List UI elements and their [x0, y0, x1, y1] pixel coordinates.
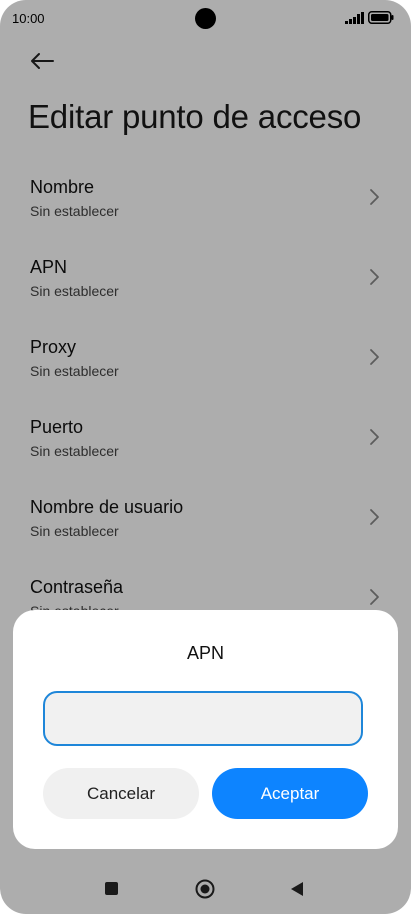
apn-dialog: APN Cancelar Aceptar — [13, 610, 398, 849]
phone-screen: 10:00 Editar punto de acceso Nombre Sin … — [0, 0, 411, 914]
apn-input[interactable] — [43, 691, 363, 746]
home-circle-icon[interactable] — [195, 879, 215, 899]
accept-button[interactable]: Aceptar — [212, 768, 368, 819]
recents-square-icon[interactable] — [105, 882, 118, 895]
dialog-title: APN — [186, 643, 224, 663]
back-triangle-icon[interactable] — [290, 881, 304, 897]
navigation-bar — [0, 862, 411, 914]
cancel-button[interactable]: Cancelar — [43, 768, 199, 819]
